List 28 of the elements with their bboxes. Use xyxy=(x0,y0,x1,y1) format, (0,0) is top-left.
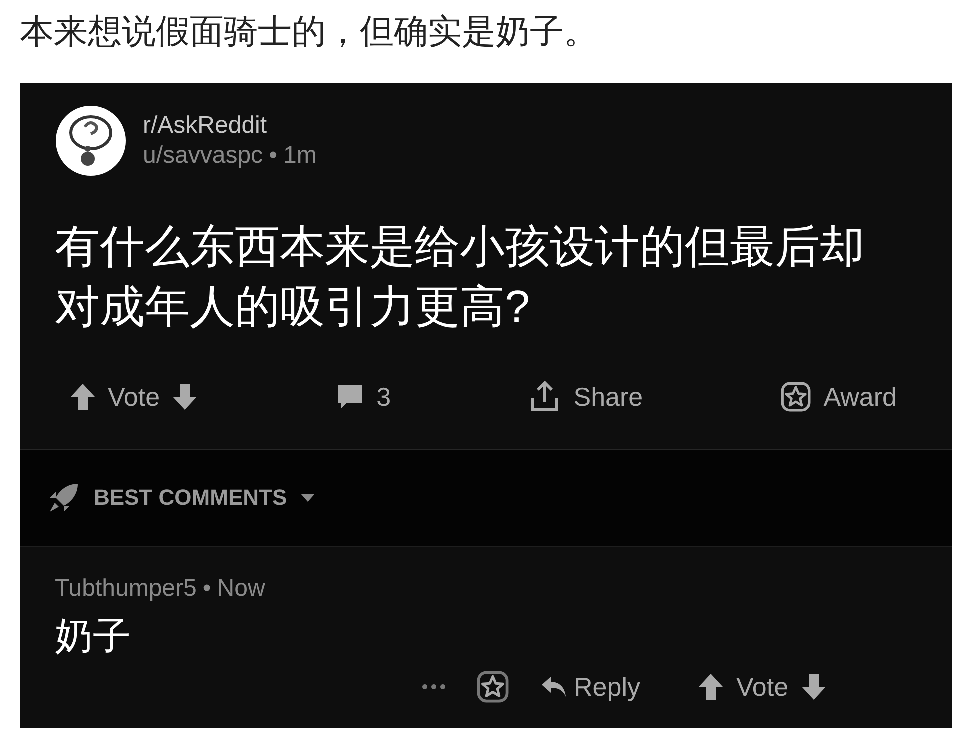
comment-author[interactable]: Tubthumper5 xyxy=(55,575,197,603)
reply-button[interactable]: Reply xyxy=(540,672,640,702)
sort-dropdown[interactable]: BEST COMMENTS xyxy=(94,485,288,511)
comment-text: 奶子 xyxy=(55,615,132,660)
upvote-icon[interactable] xyxy=(698,673,724,701)
username-link[interactable]: u/savvaspc xyxy=(143,142,264,170)
downvote-icon[interactable] xyxy=(800,673,827,701)
separator-dot: • xyxy=(269,142,278,170)
share-button[interactable]: Share xyxy=(528,380,644,414)
award-icon xyxy=(780,382,812,412)
downvote-icon[interactable] xyxy=(172,383,198,411)
reply-icon xyxy=(540,675,568,699)
upvote-icon[interactable] xyxy=(70,383,96,411)
caption-text: 本来想说假面骑士的，但确实是奶子。 xyxy=(20,13,598,51)
post-time: 1m xyxy=(283,142,317,170)
rocket-icon xyxy=(48,482,80,514)
vote-label: Vote xyxy=(736,672,789,702)
avatar-icon[interactable] xyxy=(55,105,127,177)
award-button[interactable]: Award xyxy=(780,382,897,412)
comment-count: 3 xyxy=(376,382,392,412)
caret-icon[interactable] xyxy=(301,494,316,502)
separator-dot: • xyxy=(202,575,212,603)
subreddit-link[interactable]: r/AskReddit xyxy=(143,112,317,140)
comment-time: Now xyxy=(217,575,266,603)
more-icon[interactable] xyxy=(422,684,446,690)
vote-label: Vote xyxy=(108,382,160,412)
post-title: 有什么东西本来是给小孩设计的但最后却对成年人的吸引力更高? xyxy=(55,220,866,334)
award-icon[interactable] xyxy=(476,671,510,703)
